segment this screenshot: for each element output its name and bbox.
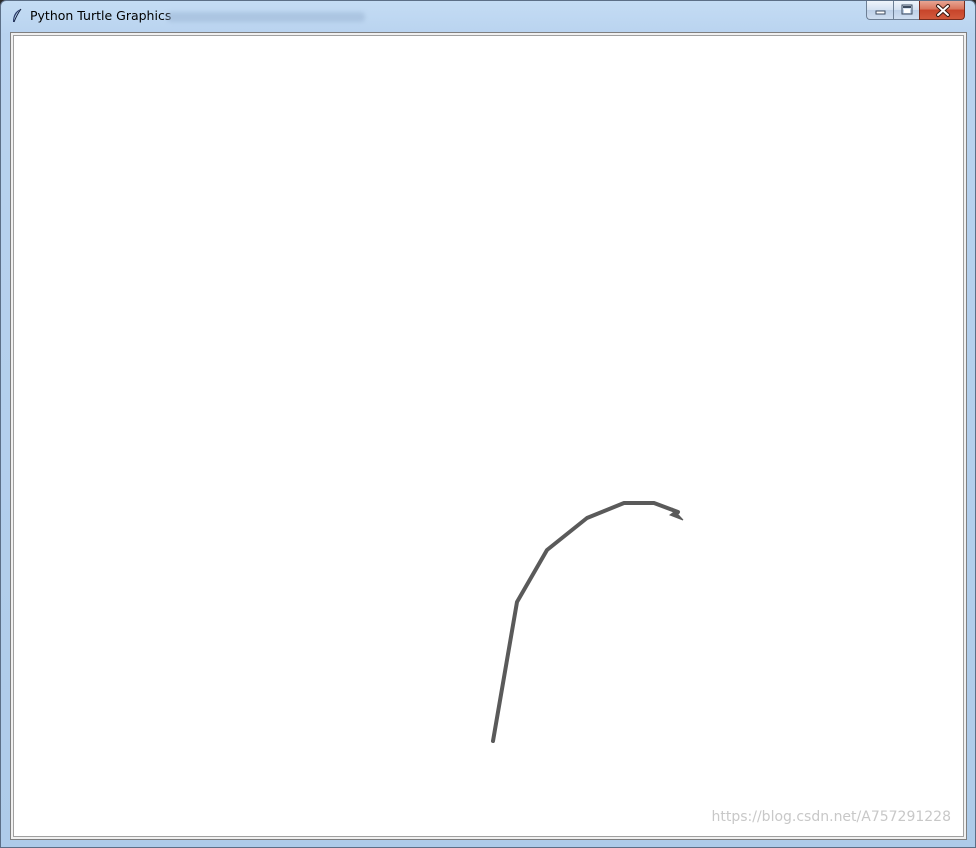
- close-button[interactable]: [919, 1, 965, 20]
- window-title: Python Turtle Graphics: [30, 8, 172, 23]
- turtle-path: [491, 501, 680, 743]
- feather-icon: [10, 8, 24, 24]
- title-bar[interactable]: Python Turtle Graphics: [1, 1, 975, 31]
- minimize-button[interactable]: [866, 1, 893, 20]
- maximize-button[interactable]: [893, 1, 919, 20]
- app-window: Python Turtle Graphics https://blog.csdn…: [0, 0, 976, 848]
- window-controls: [866, 1, 965, 21]
- turtle-drawing: [491, 501, 684, 743]
- maximize-icon: [901, 4, 913, 15]
- minimize-icon: [875, 10, 886, 15]
- window-client-area: https://blog.csdn.net/A757291228: [10, 32, 967, 840]
- turtle-canvas[interactable]: https://blog.csdn.net/A757291228: [13, 35, 964, 837]
- title-redacted-text: [167, 12, 365, 22]
- watermark-text: https://blog.csdn.net/A757291228: [711, 809, 952, 825]
- close-icon: [936, 4, 950, 17]
